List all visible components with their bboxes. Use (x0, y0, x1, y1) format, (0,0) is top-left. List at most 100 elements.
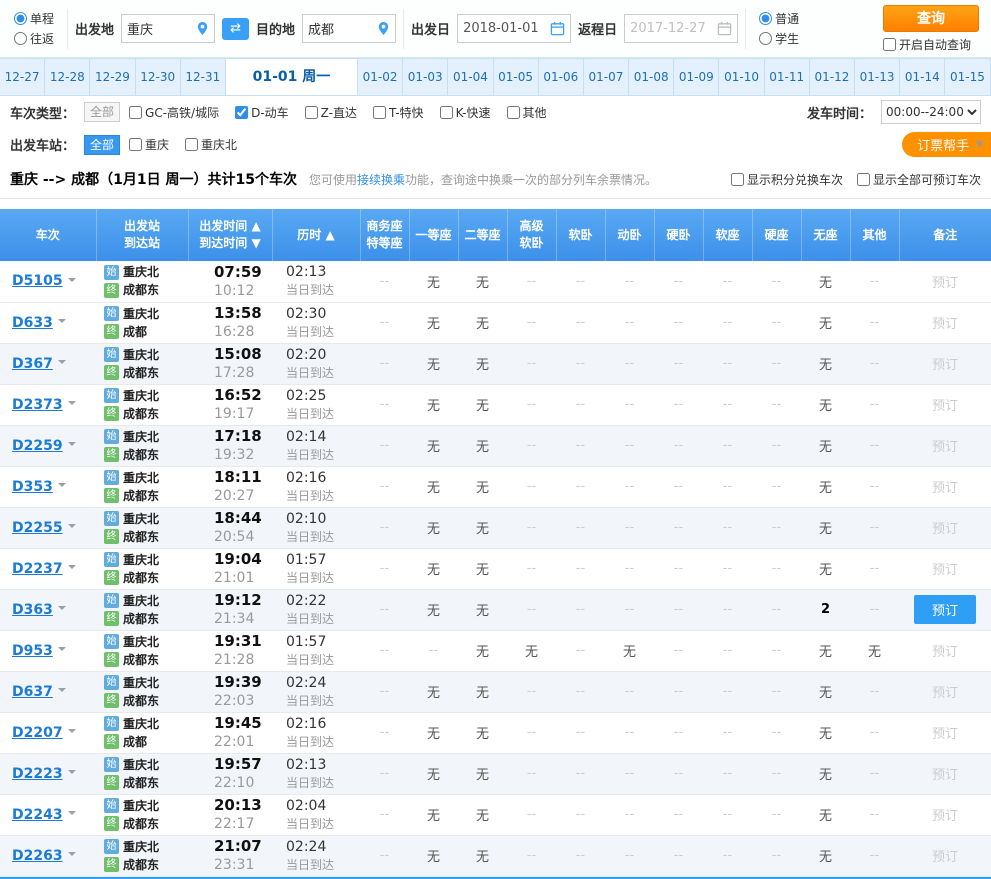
show-all-bookable-checkbox[interactable] (857, 173, 870, 186)
origin-station: 重庆北 (123, 756, 159, 774)
train-number-link[interactable]: D2207 (12, 725, 63, 741)
query-button[interactable]: 查询 (883, 5, 979, 32)
date-tab[interactable]: 01-04 (448, 59, 493, 95)
normal-passenger-option[interactable]: 普通 (759, 10, 799, 27)
date-tab[interactable]: 01-02 (358, 59, 403, 95)
from-input[interactable] (127, 21, 193, 36)
expand-caret-icon[interactable] (68, 565, 76, 573)
train-type-checkbox[interactable] (507, 106, 520, 119)
train-type-option[interactable]: T-特快 (373, 104, 424, 121)
depart-station-checkbox[interactable] (129, 138, 142, 151)
train-number-link[interactable]: D953 (12, 643, 53, 659)
expand-caret-icon[interactable] (68, 852, 76, 860)
train-number-link[interactable]: D2223 (12, 766, 63, 782)
date-tab[interactable]: 12-28 (45, 59, 90, 95)
train-type-option[interactable]: K-快速 (440, 104, 491, 121)
date-tab[interactable]: 12-27 (0, 59, 45, 95)
date-tab-selected[interactable]: 01-01 周一 (226, 59, 358, 95)
date-tab[interactable]: 01-12 (810, 59, 855, 95)
expand-caret-icon[interactable] (58, 483, 66, 491)
same-day-note: 当日到达 (286, 857, 360, 874)
train-type-all-button[interactable]: 全部 (84, 102, 120, 122)
train-type-option[interactable]: 其他 (507, 104, 547, 121)
train-type-checkbox[interactable] (440, 106, 453, 119)
expand-caret-icon[interactable] (68, 401, 76, 409)
depart-station-checkbox[interactable] (185, 138, 198, 151)
depart-station-all-button[interactable]: 全部 (84, 135, 120, 155)
date-tab[interactable]: 01-10 (719, 59, 764, 95)
stations-cell: 始重庆北终成都 (96, 712, 188, 753)
transfer-link[interactable]: 接续换乘 (357, 173, 405, 187)
round-trip-option[interactable]: 往返 (14, 30, 54, 47)
expand-caret-icon[interactable] (68, 524, 76, 532)
train-number-link[interactable]: D2243 (12, 807, 63, 823)
train-number-link[interactable]: D367 (12, 356, 53, 372)
one-way-radio[interactable] (14, 12, 27, 25)
expand-caret-icon[interactable] (58, 360, 66, 368)
train-number-link[interactable]: D2373 (12, 397, 63, 413)
date-tab[interactable]: 01-06 (539, 59, 584, 95)
train-type-option[interactable]: Z-直达 (305, 104, 357, 121)
location-pin-icon[interactable] (196, 21, 209, 36)
expand-caret-icon[interactable] (68, 442, 76, 450)
train-number-link[interactable]: D2255 (12, 520, 63, 536)
date-tab[interactable]: 01-08 (629, 59, 674, 95)
show-all-bookable-option[interactable]: 显示全部可预订车次 (857, 171, 981, 188)
train-number-link[interactable]: D363 (12, 602, 53, 618)
depart-station-option[interactable]: 重庆 (129, 136, 169, 153)
calendar-icon[interactable] (550, 21, 565, 36)
student-passenger-radio[interactable] (759, 32, 772, 45)
train-number-link[interactable]: D633 (12, 315, 53, 331)
train-type-option[interactable]: GC-高铁/城际 (129, 104, 219, 121)
date-tab[interactable]: 12-30 (136, 59, 181, 95)
date-tab[interactable]: 01-11 (765, 59, 810, 95)
expand-caret-icon[interactable] (58, 319, 66, 327)
swap-stations-button[interactable]: ⇄ (222, 18, 249, 40)
train-type-option[interactable]: D-动车 (235, 104, 289, 121)
train-number-link[interactable]: D2259 (12, 438, 63, 454)
return-date-input[interactable] (630, 21, 714, 36)
train-type-checkbox[interactable] (235, 106, 248, 119)
show-points-option[interactable]: 显示积分兑换车次 (731, 171, 843, 188)
train-type-checkbox[interactable] (129, 106, 142, 119)
expand-caret-icon[interactable] (58, 606, 66, 614)
auto-query-checkbox[interactable] (883, 38, 896, 51)
student-passenger-option[interactable]: 学生 (759, 30, 799, 47)
date-tab[interactable]: 01-07 (584, 59, 629, 95)
date-tab[interactable]: 12-31 (181, 59, 226, 95)
expand-caret-icon[interactable] (58, 688, 66, 696)
expand-caret-icon[interactable] (68, 811, 76, 819)
show-points-checkbox[interactable] (731, 173, 744, 186)
column-header[interactable]: 历时 ▲ (272, 209, 360, 261)
date-tab[interactable]: 01-03 (403, 59, 448, 95)
train-type-checkbox[interactable] (373, 106, 386, 119)
train-number-link[interactable]: D5105 (12, 273, 63, 289)
location-pin-icon[interactable] (377, 21, 390, 36)
date-tab[interactable]: 01-09 (674, 59, 719, 95)
book-button[interactable]: 预订 (914, 595, 976, 624)
date-tab[interactable]: 01-05 (494, 59, 539, 95)
expand-caret-icon[interactable] (68, 770, 76, 778)
expand-caret-icon[interactable] (68, 278, 76, 286)
train-number-link[interactable]: D2263 (12, 848, 63, 864)
date-tab[interactable]: 01-15 (945, 59, 990, 95)
train-number-link[interactable]: D353 (12, 479, 53, 495)
to-input[interactable] (308, 21, 374, 36)
round-trip-radio[interactable] (14, 32, 27, 45)
train-type-checkbox[interactable] (305, 106, 318, 119)
booking-helper-button[interactable]: 订票帮手 ▼ (902, 132, 991, 157)
expand-caret-icon[interactable] (58, 647, 66, 655)
auto-query-option[interactable]: 开启自动查询 (883, 36, 971, 53)
train-number-link[interactable]: D2237 (12, 561, 63, 577)
date-tab[interactable]: 01-13 (855, 59, 900, 95)
expand-caret-icon[interactable] (68, 729, 76, 737)
depart-time-select[interactable]: 00:00--24:00 (881, 100, 981, 124)
one-way-option[interactable]: 单程 (14, 10, 54, 27)
train-number-link[interactable]: D637 (12, 684, 53, 700)
column-header[interactable]: 出发时间 ▲到达时间 ▼ (188, 209, 272, 261)
date-tab[interactable]: 12-29 (90, 59, 135, 95)
normal-passenger-radio[interactable] (759, 12, 772, 25)
depart-station-option[interactable]: 重庆北 (185, 136, 237, 153)
date-tab[interactable]: 01-14 (900, 59, 945, 95)
depart-date-input[interactable] (463, 21, 547, 36)
